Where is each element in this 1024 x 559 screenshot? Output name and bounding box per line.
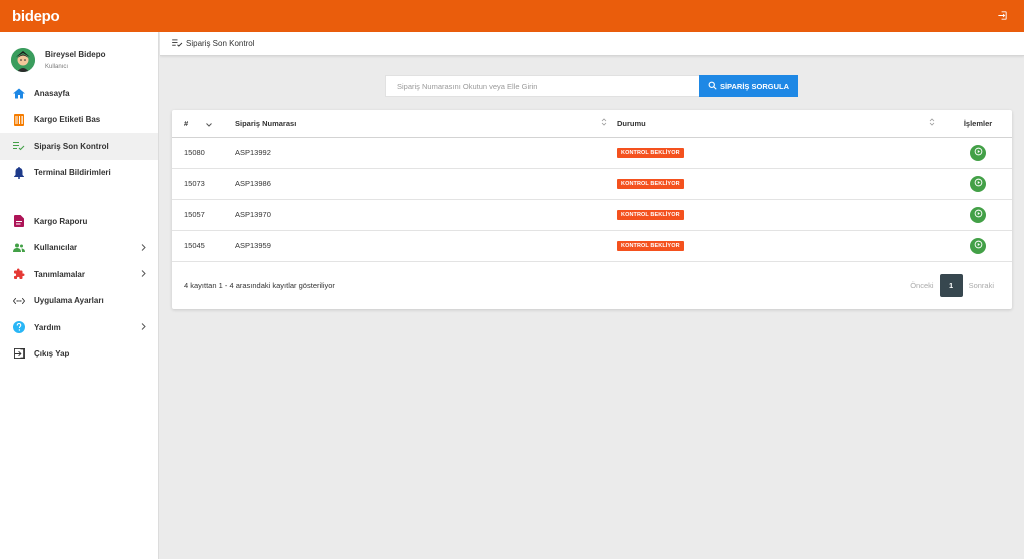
orders-table: # Sipariş Numarası Durumu İşlemler 15080… bbox=[172, 110, 1012, 262]
sort-icon[interactable] bbox=[929, 118, 935, 128]
cell-order-number: ASP13992 bbox=[235, 148, 271, 157]
cell-id: 15057 bbox=[184, 210, 205, 219]
avatar bbox=[11, 48, 35, 72]
table-row: 15080 ASP13992 KONTROL BEKLİYOR bbox=[172, 137, 1012, 168]
sort-desc-icon[interactable] bbox=[206, 120, 212, 129]
app-logo[interactable]: bidepo bbox=[12, 8, 60, 25]
column-header-actions: İşlemler bbox=[944, 110, 1012, 137]
checklist-icon bbox=[172, 38, 183, 49]
sidebar-item-label: Kullanıcılar bbox=[34, 243, 78, 253]
orders-card: # Sipariş Numarası Durumu İşlemler 15080… bbox=[172, 110, 1012, 309]
status-badge: KONTROL BEKLİYOR bbox=[617, 241, 684, 251]
exit-icon bbox=[13, 348, 25, 360]
help-icon bbox=[13, 321, 25, 334]
sidebar-item-label: Kargo Raporu bbox=[34, 216, 88, 226]
table-footer: 4 kayıttan 1 - 4 arasındaki kayıtlar gös… bbox=[172, 273, 1012, 297]
column-header-status[interactable]: Durumu bbox=[617, 110, 944, 137]
logout-button[interactable] bbox=[994, 8, 1010, 24]
sidebar-item-kullanicilar[interactable]: Kullanıcılar bbox=[0, 235, 158, 262]
pagination-page-current[interactable]: 1 bbox=[939, 273, 963, 297]
user-profile[interactable]: Bireysel Bidepo Kullanıcı bbox=[0, 32, 158, 78]
play-icon bbox=[974, 147, 983, 158]
cell-order-number: ASP13970 bbox=[235, 210, 271, 219]
sidebar-item-siparis-son-kontrol[interactable]: Sipariş Son Kontrol bbox=[0, 133, 158, 160]
bell-icon bbox=[13, 166, 25, 179]
sidebar-nav: Anasayfa Kargo Etiketi Bas Sipariş Son K… bbox=[0, 80, 158, 367]
sidebar-item-uygulama-ayarlari[interactable]: Uygulama Ayarları bbox=[0, 288, 158, 315]
sidebar-item-yardim[interactable]: Yardım bbox=[0, 314, 158, 341]
column-header-label: İşlemler bbox=[963, 118, 993, 128]
settings-ethernet-icon bbox=[13, 295, 25, 307]
pagination: Önceki 1 Sonraki bbox=[910, 273, 994, 297]
sidebar-item-label: Kargo Etiketi Bas bbox=[34, 115, 101, 125]
table-header-row: # Sipariş Numarası Durumu İşlemler bbox=[172, 110, 1012, 137]
logout-icon bbox=[997, 10, 1008, 23]
play-icon bbox=[974, 209, 983, 220]
status-badge: KONTROL BEKLİYOR bbox=[617, 179, 684, 189]
sidebar-item-label: Uygulama Ayarları bbox=[34, 296, 104, 306]
sidebar-item-label: Anasayfa bbox=[34, 88, 70, 98]
play-icon bbox=[974, 178, 983, 189]
column-header-label: Durumu bbox=[617, 118, 646, 128]
user-name: Bireysel Bidepo bbox=[45, 50, 106, 59]
barcode-icon bbox=[13, 113, 25, 126]
search-icon bbox=[708, 81, 720, 92]
chevron-right-icon bbox=[141, 323, 146, 332]
column-header-order[interactable]: Sipariş Numarası bbox=[235, 110, 617, 137]
puzzle-icon bbox=[13, 268, 25, 280]
sort-icon[interactable] bbox=[601, 118, 607, 128]
chevron-right-icon bbox=[141, 243, 146, 253]
column-header-num[interactable]: # bbox=[172, 110, 235, 137]
table-row: 15045 ASP13959 KONTROL BEKLİYOR bbox=[172, 230, 1012, 261]
table-row: 15073 ASP13986 KONTROL BEKLİYOR bbox=[172, 168, 1012, 199]
query-order-label: SİPARİŞ SORGULA bbox=[719, 81, 790, 91]
pagination-next[interactable]: Sonraki bbox=[969, 281, 994, 290]
top-bar: bidepo bbox=[0, 0, 1024, 32]
cell-id: 15045 bbox=[184, 241, 205, 250]
sidebar-item-cikis-yap[interactable]: Çıkış Yap bbox=[0, 341, 158, 368]
checklist-icon bbox=[13, 140, 25, 152]
sidebar-item-kargo-raporu[interactable]: Kargo Raporu bbox=[0, 208, 158, 235]
home-icon bbox=[13, 87, 25, 99]
users-icon bbox=[13, 242, 25, 254]
start-control-button[interactable] bbox=[970, 206, 986, 223]
chevron-right-icon bbox=[141, 270, 146, 279]
sidebar-item-label: Yardım bbox=[34, 322, 61, 332]
user-role: Kullanıcı bbox=[45, 64, 69, 70]
cell-id: 15073 bbox=[184, 179, 205, 188]
order-number-input[interactable] bbox=[385, 75, 699, 97]
cell-order-number: ASP13959 bbox=[235, 241, 271, 250]
pagination-previous[interactable]: Önceki bbox=[910, 281, 933, 290]
sidebar: Bireysel Bidepo Kullanıcı Anasayfa Kargo… bbox=[0, 32, 159, 559]
status-badge: KONTROL BEKLİYOR bbox=[617, 148, 684, 158]
query-order-button[interactable]: SİPARİŞ SORGULA bbox=[699, 75, 798, 97]
cell-id: 15080 bbox=[184, 148, 205, 157]
column-header-label: Sipariş Numarası bbox=[235, 118, 297, 128]
page-header: Sipariş Son Kontrol bbox=[160, 32, 1024, 56]
sidebar-item-tanimlamalar[interactable]: Tanımlamalar bbox=[0, 261, 158, 288]
start-control-button[interactable] bbox=[970, 237, 986, 254]
play-icon bbox=[974, 240, 983, 251]
report-icon bbox=[13, 215, 25, 228]
status-badge: KONTROL BEKLİYOR bbox=[617, 210, 684, 220]
sidebar-item-label: Sipariş Son Kontrol bbox=[34, 141, 109, 151]
table-row: 15057 ASP13970 KONTROL BEKLİYOR bbox=[172, 199, 1012, 230]
start-control-button[interactable] bbox=[970, 144, 986, 161]
sidebar-item-label: Çıkış Yap bbox=[34, 349, 70, 359]
cell-order-number: ASP13986 bbox=[235, 179, 271, 188]
records-info: 4 kayıttan 1 - 4 arasındaki kayıtlar gös… bbox=[184, 280, 335, 290]
page-title: Sipariş Son Kontrol bbox=[186, 39, 255, 48]
column-header-label: # bbox=[184, 118, 189, 128]
start-control-button[interactable] bbox=[970, 175, 986, 192]
sidebar-item-terminal-bildirimleri[interactable]: Terminal Bildirimleri bbox=[0, 160, 158, 187]
sidebar-item-label: Terminal Bildirimleri bbox=[34, 168, 111, 178]
sidebar-item-label: Tanımlamalar bbox=[34, 269, 85, 279]
order-search: SİPARİŞ SORGULA bbox=[385, 75, 798, 97]
sidebar-item-kargo-etiketi-bas[interactable]: Kargo Etiketi Bas bbox=[0, 107, 158, 134]
sidebar-item-anasayfa[interactable]: Anasayfa bbox=[0, 80, 158, 107]
